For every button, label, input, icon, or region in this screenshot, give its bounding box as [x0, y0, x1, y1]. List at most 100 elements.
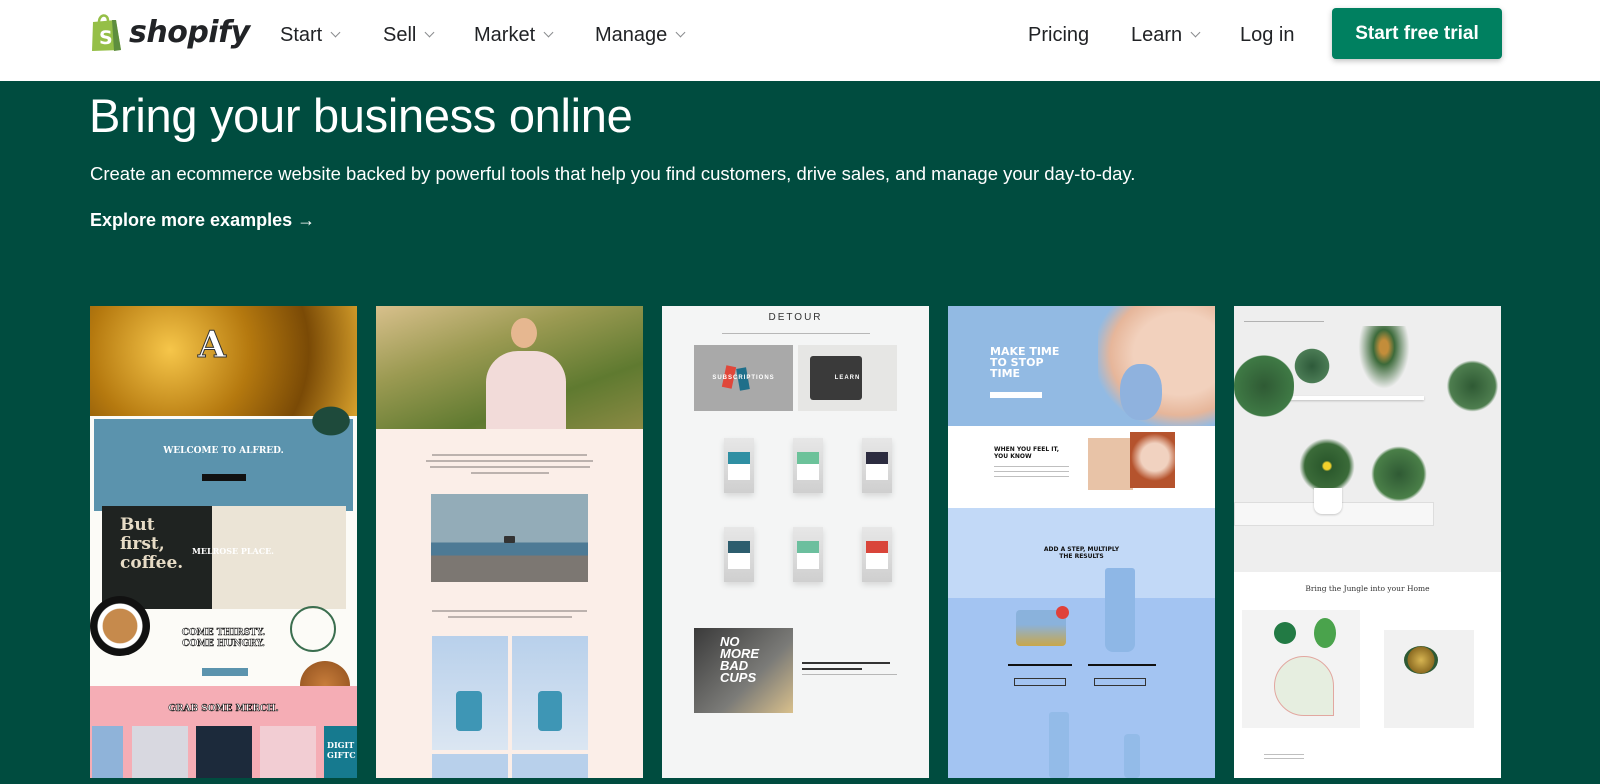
example-card-plants[interactable]: Bring the Jungle into your Home	[1234, 306, 1501, 778]
nav-pricing-label: Pricing	[1028, 23, 1090, 46]
text-line	[432, 610, 587, 612]
nav-start-label: Start	[280, 23, 323, 46]
nav-sell[interactable]: Sell	[383, 20, 435, 50]
example-card-alfred[interactable]: A WELCOME TO ALFRED. But first, coffee. …	[90, 306, 357, 778]
sign-line: coffee.	[120, 553, 184, 573]
leaf	[1274, 656, 1334, 716]
product-bottle	[1124, 734, 1140, 778]
example-card-apparel[interactable]	[376, 306, 643, 778]
our-menu-button	[202, 668, 248, 676]
text-line	[1264, 758, 1304, 759]
headline-line: TIME	[990, 367, 1021, 380]
brass-planter	[1404, 646, 1438, 674]
nav-market-label: Market	[474, 23, 536, 46]
detour-nav	[722, 333, 870, 334]
chevron-down-icon	[330, 27, 341, 38]
add-step-heading: ADD A STEP, MULTIPLY THE RESULTS	[948, 546, 1215, 560]
come-thirsty-heading: COME THIRSTY. COME HUNGRY.	[90, 628, 357, 650]
nav-start[interactable]: Start	[280, 20, 341, 50]
nav-market[interactable]: Market	[474, 20, 554, 50]
come-line: COME HUNGRY.	[182, 639, 265, 650]
text-line	[802, 674, 897, 675]
palm-leaf-decoration	[305, 401, 357, 441]
text-line	[471, 472, 549, 474]
shop-button	[990, 392, 1042, 398]
text-line	[448, 616, 572, 618]
text-line	[994, 466, 1069, 467]
example-card-detour[interactable]: DETOUR SUBSCRIPTIONS LEARN NO MORE BAD C…	[662, 306, 929, 778]
jungle-tagline: Bring the Jungle into your Home	[1305, 584, 1430, 593]
nav-learn-label: Learn	[1131, 23, 1183, 46]
shopify-bag-icon: S	[90, 12, 124, 52]
welcome-heading: WELCOME TO ALFRED.	[163, 446, 284, 456]
merch-item	[132, 726, 188, 778]
lookbook-photo	[512, 754, 588, 778]
hero-subtitle: Create an ecommerce website backed by po…	[90, 163, 1136, 184]
chevron-down-icon	[424, 27, 435, 38]
text-line	[802, 668, 862, 670]
text-line	[432, 454, 587, 456]
alfred-antler-logo: A	[198, 324, 227, 367]
play-icon	[504, 536, 515, 543]
model-top	[456, 691, 482, 731]
nav-pricing[interactable]: Pricing	[1028, 20, 1089, 50]
detour-logo: DETOUR	[768, 312, 823, 323]
chevron-down-icon	[1190, 27, 1201, 38]
lemon-tree	[1294, 436, 1360, 496]
coffee-bag	[862, 438, 892, 493]
coffee-bag	[793, 527, 823, 582]
leaf	[1274, 622, 1296, 644]
nav-learn[interactable]: Learn	[1131, 20, 1201, 50]
feel-line: YOU KNOW	[994, 453, 1032, 460]
sign-line: first,	[120, 534, 165, 554]
our-story-button	[202, 474, 246, 481]
cleansing-gel-tube	[1105, 568, 1135, 652]
product-bottle	[1049, 712, 1069, 778]
plant	[1234, 346, 1294, 426]
nav-manage[interactable]: Manage	[595, 20, 686, 50]
feel-line: WHEN YOU FEEL IT,	[994, 446, 1059, 453]
nav-login-label: Log in	[1240, 23, 1295, 46]
product-bottle	[1120, 364, 1162, 420]
digital-giftcard-item: DIGIT GIFTC	[324, 726, 357, 778]
chevron-down-icon	[675, 27, 686, 38]
logo-wordmark: shopify	[129, 14, 250, 50]
text-line	[994, 471, 1069, 472]
merch-item	[196, 726, 252, 778]
feel-it-heading: WHEN YOU FEEL IT, YOU KNOW	[994, 446, 1059, 460]
nav-login[interactable]: Log in	[1240, 20, 1295, 50]
text-line	[802, 662, 890, 664]
make-time-heading: MAKE TIME TO STOP TIME	[990, 346, 1059, 379]
text-line	[1264, 754, 1304, 755]
example-card-skincare[interactable]: MAKE TIME TO STOP TIME WHEN YOU FEEL IT,…	[948, 306, 1215, 778]
coffee-bag	[862, 527, 892, 582]
start-free-trial-button[interactable]: Start free trial	[1332, 8, 1502, 59]
badge-sticker	[1056, 606, 1069, 619]
explore-more-examples-link[interactable]: Explore more examples →	[90, 210, 315, 231]
model-head	[511, 318, 537, 348]
no-more-bad-cups-text: NO MORE BAD CUPS	[720, 635, 759, 685]
text-line	[1088, 664, 1156, 666]
chevron-down-icon	[543, 27, 554, 38]
plant	[1364, 446, 1434, 502]
but-first-coffee-sign: But first, coffee.	[120, 516, 183, 573]
model-top	[538, 691, 562, 731]
nav-manage-label: Manage	[595, 23, 668, 46]
cups-line: CUPS	[720, 670, 757, 685]
plant-shop-nav	[1244, 321, 1324, 322]
subscriptions-label: SUBSCRIPTIONS	[712, 375, 775, 381]
come-line: COME THIRSTY.	[181, 628, 266, 639]
lookbook-photo	[432, 754, 508, 778]
page-title: Bring your business online	[89, 89, 633, 142]
white-pot	[1314, 488, 1342, 514]
merch-item	[260, 726, 316, 778]
shopify-logo[interactable]: S shopify	[90, 12, 250, 52]
explore-label: Explore more examples	[90, 210, 293, 230]
arrow-right-icon: →	[297, 210, 316, 230]
site-header: S shopify Start Sell Market Manage Prici…	[0, 0, 1600, 81]
pineapple-plant	[1354, 326, 1414, 396]
svg-text:S: S	[99, 27, 113, 49]
leaf	[1314, 618, 1336, 648]
coffee-bag	[724, 438, 754, 493]
nav-sell-label: Sell	[383, 23, 417, 46]
